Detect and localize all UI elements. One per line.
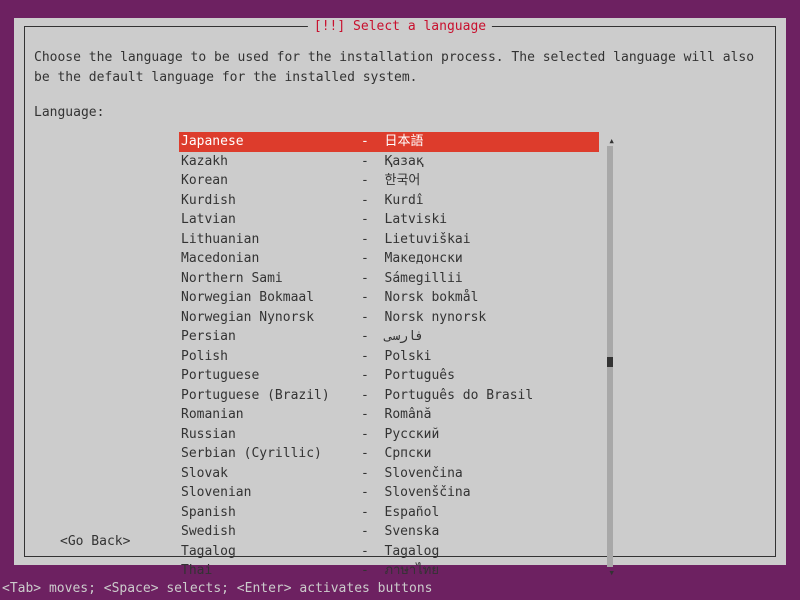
- language-option[interactable]: Japanese - 日本語: [179, 132, 599, 152]
- language-option[interactable]: Romanian - Română: [179, 405, 599, 425]
- language-option[interactable]: Norwegian Nynorsk - Norsk nynorsk: [179, 308, 599, 328]
- language-option[interactable]: Russian - Русский: [179, 425, 599, 445]
- language-option[interactable]: Korean - 한국어: [179, 171, 599, 191]
- language-list[interactable]: ▴ Japanese - 日本語Kazakh - ҚазақKorean - 한…: [179, 132, 599, 581]
- language-option[interactable]: Portuguese (Brazil) - Português do Brasi…: [179, 386, 599, 406]
- language-option[interactable]: Thai - ภาษาไทย: [179, 561, 599, 581]
- language-option[interactable]: Slovenian - Slovenščina: [179, 483, 599, 503]
- language-option[interactable]: Persian - فارسی: [179, 327, 599, 347]
- language-option[interactable]: Northern Sami - Sámegillii: [179, 269, 599, 289]
- language-option[interactable]: Portuguese - Português: [179, 366, 599, 386]
- scrollbar-thumb[interactable]: [607, 357, 613, 367]
- language-label: Language:: [34, 105, 766, 120]
- language-dialog: [!!] Select a language Choose the langua…: [14, 18, 786, 565]
- language-option[interactable]: Slovak - Slovenčina: [179, 464, 599, 484]
- language-option[interactable]: Kurdish - Kurdî: [179, 191, 599, 211]
- language-option[interactable]: Macedonian - Македонски: [179, 249, 599, 269]
- language-option[interactable]: Polish - Polski: [179, 347, 599, 367]
- instruction-text: Choose the language to be used for the i…: [34, 48, 766, 87]
- language-option[interactable]: Latvian - Latviski: [179, 210, 599, 230]
- language-option[interactable]: Swedish - Svenska: [179, 522, 599, 542]
- footer-hint: <Tab> moves; <Space> selects; <Enter> ac…: [2, 581, 432, 596]
- language-option[interactable]: Norwegian Bokmaal - Norsk bokmål: [179, 288, 599, 308]
- language-option[interactable]: Serbian (Cyrillic) - Српски: [179, 444, 599, 464]
- scroll-down-icon[interactable]: ▾: [608, 566, 615, 579]
- language-option[interactable]: Spanish - Español: [179, 503, 599, 523]
- dialog-content: Choose the language to be used for the i…: [34, 48, 766, 581]
- dialog-title: [!!] Select a language: [308, 19, 492, 34]
- language-option[interactable]: Tagalog - Tagalog: [179, 542, 599, 562]
- language-option[interactable]: Lithuanian - Lietuviškai: [179, 230, 599, 250]
- go-back-button[interactable]: <Go Back>: [60, 534, 130, 549]
- language-option[interactable]: Kazakh - Қазақ: [179, 152, 599, 172]
